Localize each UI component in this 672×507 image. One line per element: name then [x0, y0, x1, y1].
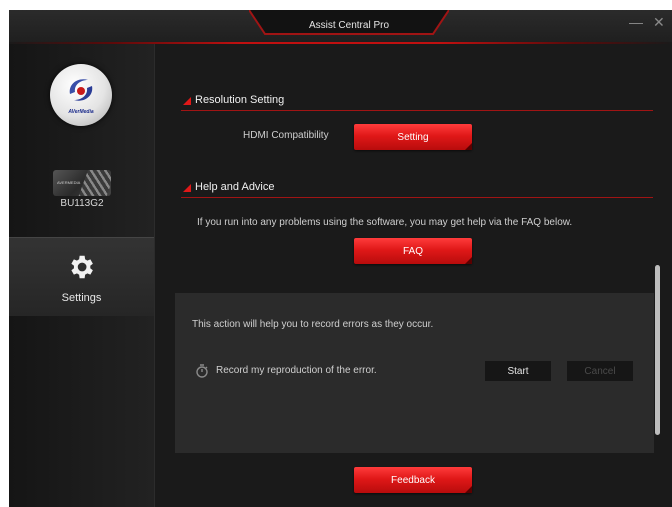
window-title: Assist Central Pro [308, 20, 390, 31]
faq-button[interactable]: FAQ [354, 238, 472, 264]
close-button[interactable]: ✕ [653, 14, 665, 31]
minimize-button[interactable]: — [629, 14, 643, 30]
section-title: Resolution Setting [195, 94, 285, 106]
record-label: Record my reproduction of the error. [216, 365, 377, 376]
record-error-panel: This action will help you to record erro… [175, 293, 654, 453]
sidebar-item-label: Settings [61, 292, 102, 304]
sidebar: AVerMedia AVERMEDIA BU113G2 Settings [9, 44, 154, 507]
gear-icon [71, 255, 93, 279]
logo-swirl-icon [69, 79, 93, 101]
record-info-text: This action will help you to record erro… [192, 319, 434, 330]
record-timer-icon [196, 364, 208, 378]
help-section-header: Help and Advice [181, 179, 653, 198]
brand-logo: AVerMedia [50, 64, 112, 126]
scrollbar-thumb[interactable] [655, 265, 660, 435]
faq-button-label: FAQ [402, 245, 423, 257]
red-triangle-icon [183, 184, 191, 192]
feedback-button[interactable]: Feedback [354, 467, 472, 493]
logo-text: AVerMedia [68, 109, 94, 115]
section-title: Help and Advice [195, 181, 275, 193]
device-image: AVERMEDIA [53, 170, 111, 196]
title-bar: Assist Central Pro — ✕ [9, 10, 672, 42]
sidebar-divider [154, 44, 155, 507]
device-tag: AVERMEDIA [57, 180, 81, 185]
resolution-section-header: Resolution Setting [181, 92, 653, 111]
app-window: Assist Central Pro — ✕ AVerMedia AVERMED… [9, 10, 672, 507]
hdmi-compatibility-label: HDMI Compatibility [243, 130, 329, 141]
device-label: BU113G2 [60, 198, 104, 209]
setting-button[interactable]: Setting [354, 124, 472, 150]
help-description: If you run into any problems using the s… [197, 217, 573, 228]
title-tab: Assist Central Pro [249, 10, 449, 46]
start-button[interactable]: Start [485, 361, 551, 381]
red-triangle-icon [183, 97, 191, 105]
feedback-button-label: Feedback [391, 474, 435, 486]
cancel-button[interactable]: Cancel [567, 361, 633, 381]
sidebar-item-settings[interactable]: Settings [9, 237, 154, 316]
device-item[interactable]: AVERMEDIA BU113G2 [53, 170, 111, 210]
setting-button-label: Setting [397, 131, 429, 143]
